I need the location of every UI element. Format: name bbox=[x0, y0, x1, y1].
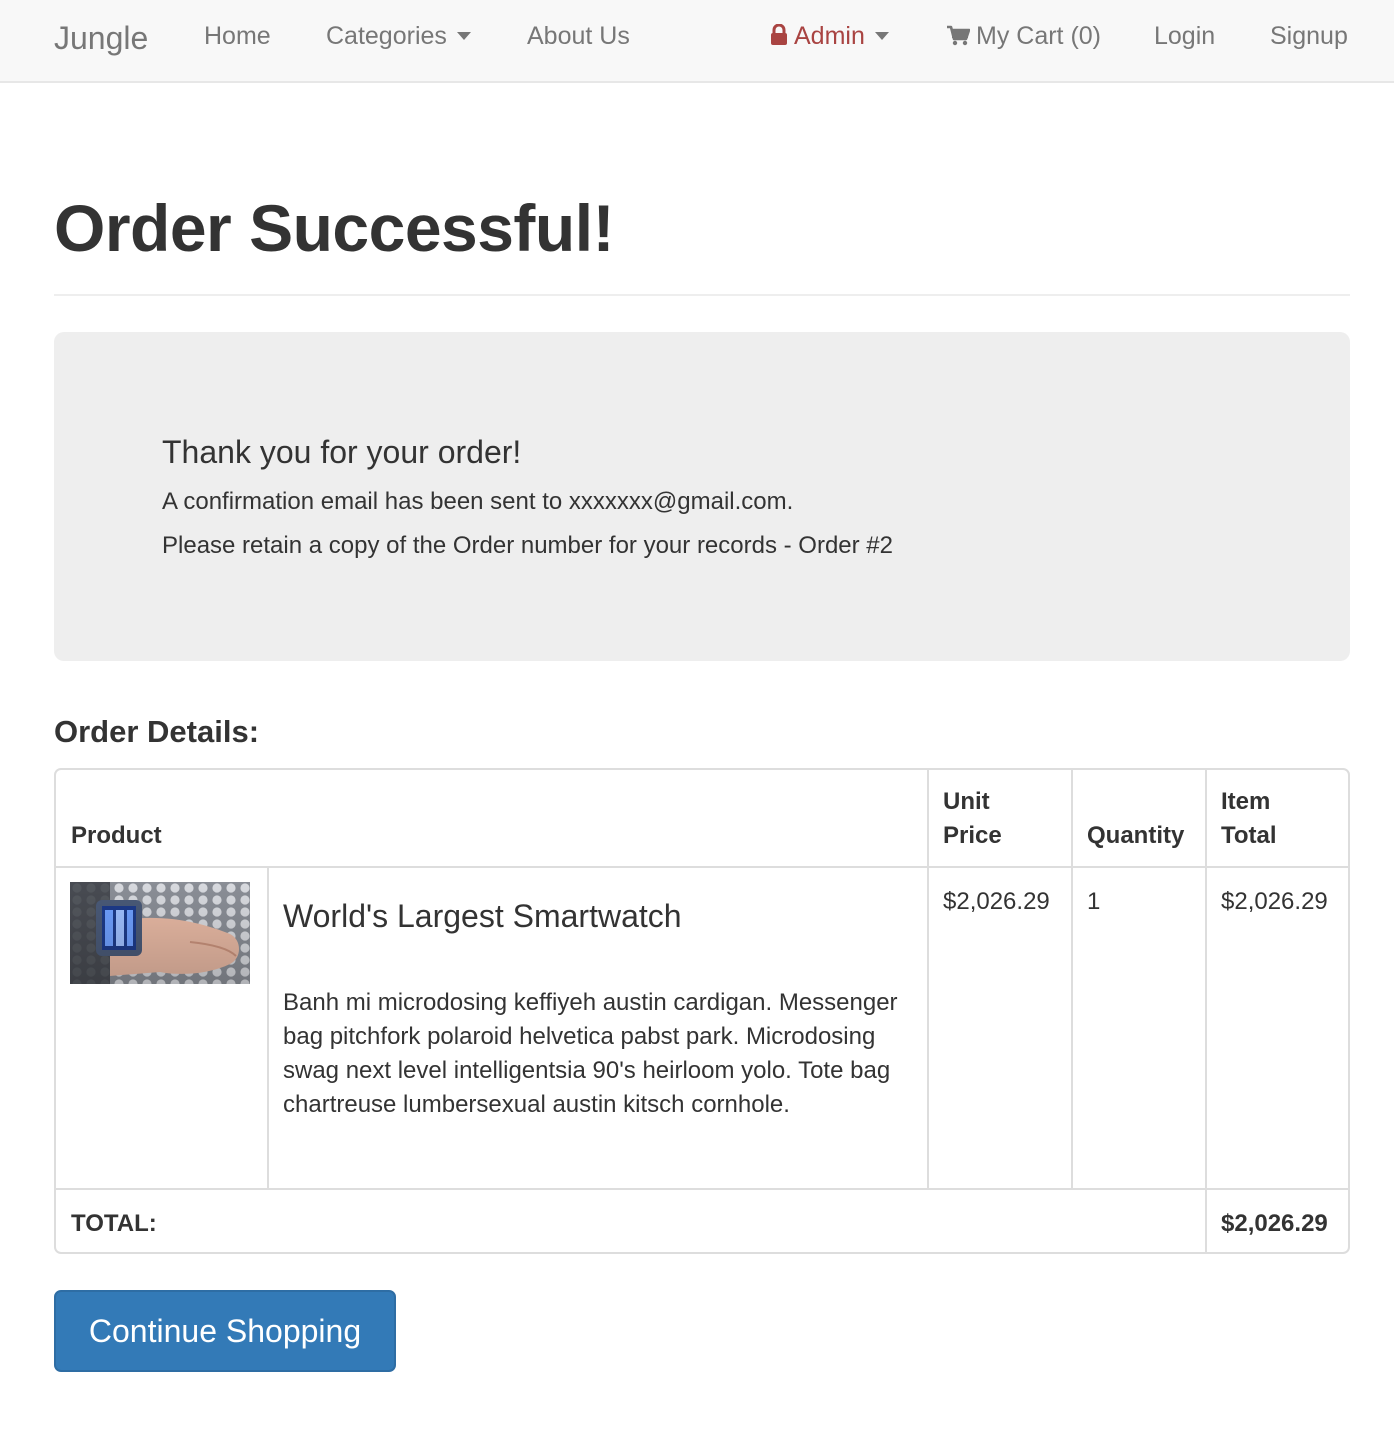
table-divider bbox=[56, 1188, 1348, 1190]
column-header-item-total-line2: Total bbox=[1221, 822, 1277, 849]
table-divider bbox=[1071, 770, 1073, 1190]
nav-my-cart-label: My Cart (0) bbox=[976, 22, 1101, 50]
nav-admin-label: Admin bbox=[794, 22, 865, 50]
nav-about-us[interactable]: About Us bbox=[527, 22, 630, 51]
quantity-value: 1 bbox=[1087, 888, 1101, 915]
brand-link[interactable]: Jungle bbox=[54, 20, 148, 57]
order-details-heading: Order Details: bbox=[54, 714, 260, 749]
chevron-down-icon bbox=[456, 31, 471, 40]
product-description: Banh mi microdosing keffiyeh austin card… bbox=[283, 989, 898, 1118]
nav-signup[interactable]: Signup bbox=[1270, 22, 1348, 51]
lock-icon bbox=[771, 23, 787, 45]
item-total-value: $2,026.29 bbox=[1221, 888, 1328, 915]
continue-shopping-button[interactable]: Continue Shopping bbox=[54, 1290, 396, 1372]
table-divider bbox=[927, 770, 929, 1190]
page-title: Order Successful! bbox=[54, 191, 615, 265]
shopping-cart-icon bbox=[947, 25, 970, 46]
column-header-quantity: Quantity bbox=[1087, 822, 1185, 849]
confirmation-email-text: A confirmation email has been sent to xx… bbox=[162, 488, 794, 515]
thank-you-heading: Thank you for your order! bbox=[162, 434, 522, 470]
order-table: Product Unit Price Quantity Item Total W… bbox=[54, 768, 1350, 1254]
column-header-item-total-line1: Item bbox=[1221, 788, 1271, 815]
nav-home[interactable]: Home bbox=[204, 22, 271, 51]
table-divider bbox=[1205, 770, 1207, 1252]
column-header-product: Product bbox=[71, 822, 162, 849]
column-header-unit-price: Unit Price bbox=[943, 785, 1002, 853]
order-number-text: Please retain a copy of the Order number… bbox=[162, 532, 894, 559]
header-divider bbox=[54, 294, 1350, 296]
product-name: World's Largest Smartwatch bbox=[283, 898, 682, 934]
total-value: $2,026.29 bbox=[1221, 1210, 1328, 1237]
product-image[interactable] bbox=[70, 882, 250, 984]
table-divider bbox=[267, 868, 269, 1188]
navbar: Jungle Home Categories About Us Admin My… bbox=[0, 0, 1394, 83]
nav-login[interactable]: Login bbox=[1154, 22, 1215, 51]
nav-admin-dropdown[interactable]: Admin bbox=[770, 22, 889, 51]
column-header-item-total: Item Total bbox=[1221, 785, 1277, 853]
chevron-down-icon bbox=[874, 31, 889, 40]
confirmation-panel: Thank you for your order! A confirmation… bbox=[54, 332, 1350, 661]
smartwatch-photo bbox=[70, 882, 250, 984]
unit-price-value: $2,026.29 bbox=[943, 888, 1050, 915]
column-header-unit-price-line1: Unit bbox=[943, 788, 990, 815]
table-divider bbox=[56, 866, 1348, 868]
nav-categories-label: Categories bbox=[326, 22, 447, 50]
column-header-unit-price-line2: Price bbox=[943, 822, 1002, 849]
nav-my-cart[interactable]: My Cart (0) bbox=[946, 22, 1101, 51]
nav-categories-dropdown[interactable]: Categories bbox=[326, 22, 471, 51]
total-label: TOTAL: bbox=[71, 1210, 157, 1237]
